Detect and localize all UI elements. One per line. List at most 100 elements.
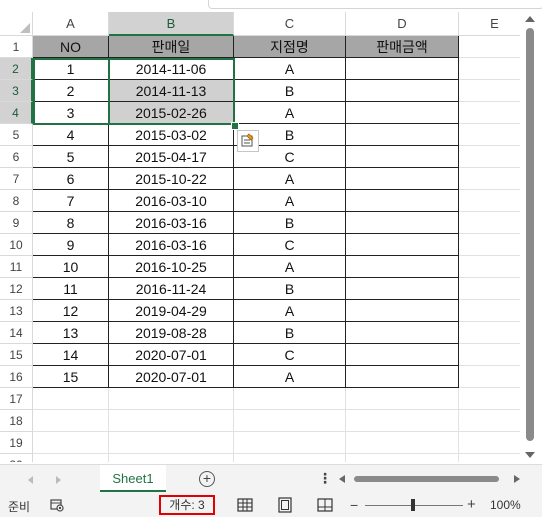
cell-a19[interactable] [33, 432, 109, 454]
cell-b8[interactable]: 2016-03-10 [109, 190, 234, 212]
cell-b1[interactable]: 판매일 [109, 36, 234, 58]
cell-b9[interactable]: 2016-03-16 [109, 212, 234, 234]
sheet-tab-sheet1[interactable]: Sheet1 [100, 465, 166, 492]
cell-d15[interactable] [346, 344, 459, 366]
cell-a15[interactable]: 14 [33, 344, 109, 366]
cell-e14[interactable] [459, 322, 520, 344]
scroll-left-icon[interactable] [339, 475, 345, 483]
cell-a6[interactable]: 5 [33, 146, 109, 168]
cell-d2[interactable] [346, 58, 459, 80]
cell-d10[interactable] [346, 234, 459, 256]
cell-c14[interactable]: B [234, 322, 346, 344]
cell-d19[interactable] [346, 432, 459, 454]
scroll-down-icon[interactable] [525, 452, 535, 458]
cell-a7[interactable]: 6 [33, 168, 109, 190]
row-header-6[interactable]: 6 [0, 146, 33, 168]
cell-a11[interactable]: 10 [33, 256, 109, 278]
cell-c3[interactable]: B [234, 80, 346, 102]
scroll-right-icon[interactable] [514, 475, 520, 483]
cell-a13[interactable]: 12 [33, 300, 109, 322]
column-header-e[interactable]: E [459, 12, 520, 36]
horizontal-scrollbar[interactable] [339, 472, 520, 486]
cell-a10[interactable]: 9 [33, 234, 109, 256]
zoom-in-button[interactable]: + [467, 496, 476, 513]
column-header-d[interactable]: D [346, 12, 459, 36]
cell-a5[interactable]: 4 [33, 124, 109, 146]
cell-b13[interactable]: 2019-04-29 [109, 300, 234, 322]
cell-a2[interactable]: 1 [33, 58, 109, 80]
cell-b11[interactable]: 2016-10-25 [109, 256, 234, 278]
cell-a18[interactable] [33, 410, 109, 432]
cell-a9[interactable]: 8 [33, 212, 109, 234]
cell-a4[interactable]: 3 [33, 102, 109, 124]
cell-c9[interactable]: B [234, 212, 346, 234]
cell-d14[interactable] [346, 322, 459, 344]
column-header-b[interactable]: B [109, 12, 234, 36]
cell-d1[interactable]: 판매금액 [346, 36, 459, 58]
cell-c15[interactable]: C [234, 344, 346, 366]
cell-d3[interactable] [346, 80, 459, 102]
cell-b16[interactable]: 2020-07-01 [109, 366, 234, 388]
row-header-2[interactable]: 2 [0, 58, 33, 80]
row-header-8[interactable]: 8 [0, 190, 33, 212]
vertical-scroll-thumb[interactable] [526, 28, 534, 441]
cell-b18[interactable] [109, 410, 234, 432]
cell-c17[interactable] [234, 388, 346, 410]
cell-c12[interactable]: B [234, 278, 346, 300]
cell-d18[interactable] [346, 410, 459, 432]
cell-d11[interactable] [346, 256, 459, 278]
row-header-7[interactable]: 7 [0, 168, 33, 190]
cell-c19[interactable] [234, 432, 346, 454]
row-header-15[interactable]: 15 [0, 344, 33, 366]
cell-c16[interactable]: A [234, 366, 346, 388]
row-header-19[interactable]: 19 [0, 432, 33, 454]
cell-b19[interactable] [109, 432, 234, 454]
cell-d4[interactable] [346, 102, 459, 124]
cell-e8[interactable] [459, 190, 520, 212]
row-header-5[interactable]: 5 [0, 124, 33, 146]
cell-a16[interactable]: 15 [33, 366, 109, 388]
cell-d6[interactable] [346, 146, 459, 168]
more-options-icon[interactable]: ⋮ [318, 470, 332, 487]
cell-e2[interactable] [459, 58, 520, 80]
cell-e15[interactable] [459, 344, 520, 366]
cell-e12[interactable] [459, 278, 520, 300]
cell-b17[interactable] [109, 388, 234, 410]
cell-a12[interactable]: 11 [33, 278, 109, 300]
cell-d13[interactable] [346, 300, 459, 322]
cell-a14[interactable]: 13 [33, 322, 109, 344]
normal-view-icon[interactable] [236, 497, 254, 513]
column-header-a[interactable]: A [33, 12, 109, 36]
cell-c20[interactable] [234, 454, 346, 462]
cell-e11[interactable] [459, 256, 520, 278]
zoom-out-button[interactable]: − [350, 497, 358, 513]
row-header-9[interactable]: 9 [0, 212, 33, 234]
cell-e17[interactable] [459, 388, 520, 410]
cell-a20[interactable] [33, 454, 109, 462]
cell-e10[interactable] [459, 234, 520, 256]
fill-drag-handle[interactable] [231, 122, 239, 130]
cell-e16[interactable] [459, 366, 520, 388]
column-header-c[interactable]: C [234, 12, 346, 36]
cell-a17[interactable] [33, 388, 109, 410]
prev-sheet-icon[interactable] [28, 476, 33, 484]
cell-c11[interactable]: A [234, 256, 346, 278]
page-break-preview-icon[interactable] [316, 497, 334, 513]
horizontal-scroll-thumb[interactable] [354, 476, 499, 482]
zoom-slider-handle[interactable] [411, 499, 415, 511]
cell-c4[interactable]: A [234, 102, 346, 124]
cell-a8[interactable]: 7 [33, 190, 109, 212]
cell-c1[interactable]: 지점명 [234, 36, 346, 58]
cell-e4[interactable] [459, 102, 520, 124]
row-header-11[interactable]: 11 [0, 256, 33, 278]
cell-a1[interactable]: NO [33, 36, 109, 58]
cell-d20[interactable] [346, 454, 459, 462]
select-all-corner[interactable] [0, 12, 33, 36]
cell-c2[interactable]: A [234, 58, 346, 80]
cell-e7[interactable] [459, 168, 520, 190]
cell-e1[interactable] [459, 36, 520, 58]
cell-e5[interactable] [459, 124, 520, 146]
row-header-10[interactable]: 10 [0, 234, 33, 256]
cell-e6[interactable] [459, 146, 520, 168]
cell-b2[interactable]: 2014-11-06 [109, 58, 234, 80]
